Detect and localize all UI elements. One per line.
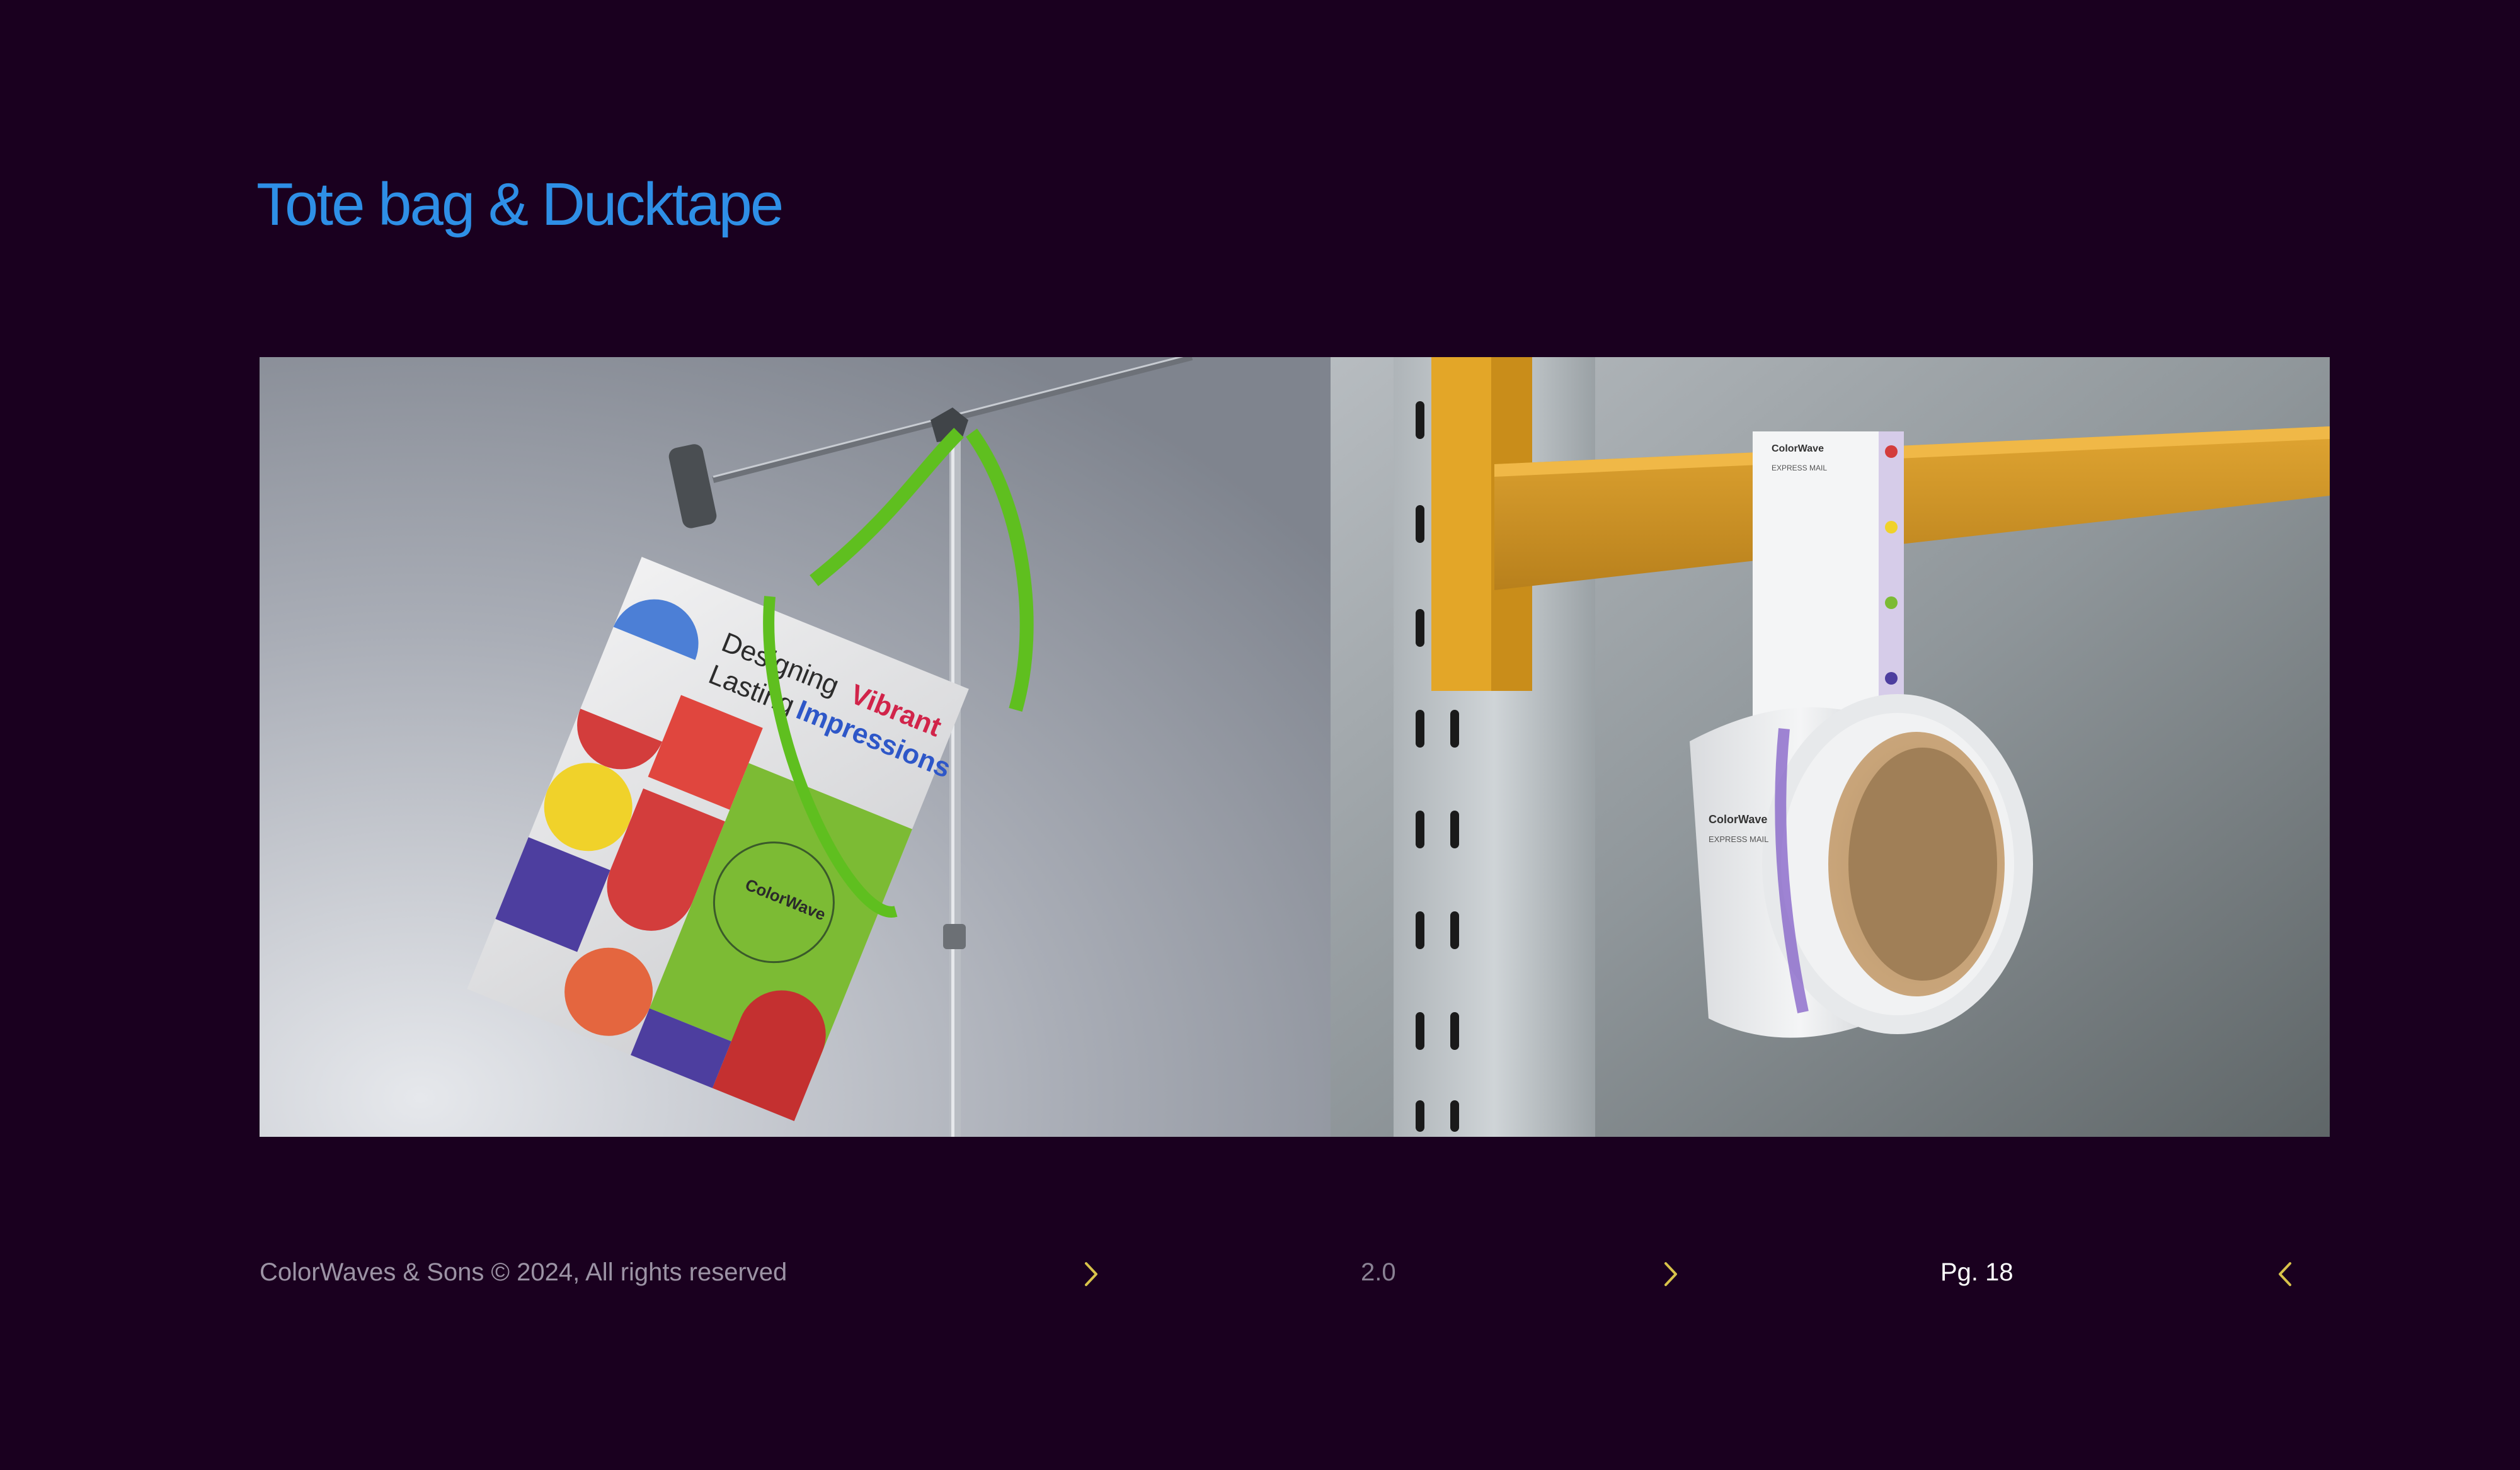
tape-strip-brand: ColorWave	[1772, 443, 1824, 454]
page-title: Tote bag & Ducktape	[256, 171, 784, 238]
chevron-right-icon[interactable]	[1657, 1258, 1685, 1290]
mockup-photo: Designing Vibrant Lasting Impressions Co…	[260, 357, 2330, 1137]
tote-bag-image: Designing Vibrant Lasting Impressions Co…	[260, 357, 1331, 1137]
chevron-right-icon[interactable]	[1077, 1258, 1105, 1290]
footer-version: 2.0	[1361, 1258, 1396, 1286]
tape-roll-label: EXPRESS MAIL	[1709, 835, 1768, 844]
chevron-left-icon[interactable]	[2271, 1258, 2299, 1290]
tape-roll-brand: ColorWave	[1709, 813, 1767, 826]
footer-page-number: Pg. 18	[1940, 1258, 2013, 1286]
tape-strip-label: EXPRESS MAIL	[1772, 464, 1827, 472]
duct-tape-image: ColorWave EXPRESS MAIL ColorWave EXPRESS…	[1331, 357, 2330, 1137]
footer-copyright: ColorWaves & Sons © 2024, All rights res…	[260, 1258, 788, 1286]
